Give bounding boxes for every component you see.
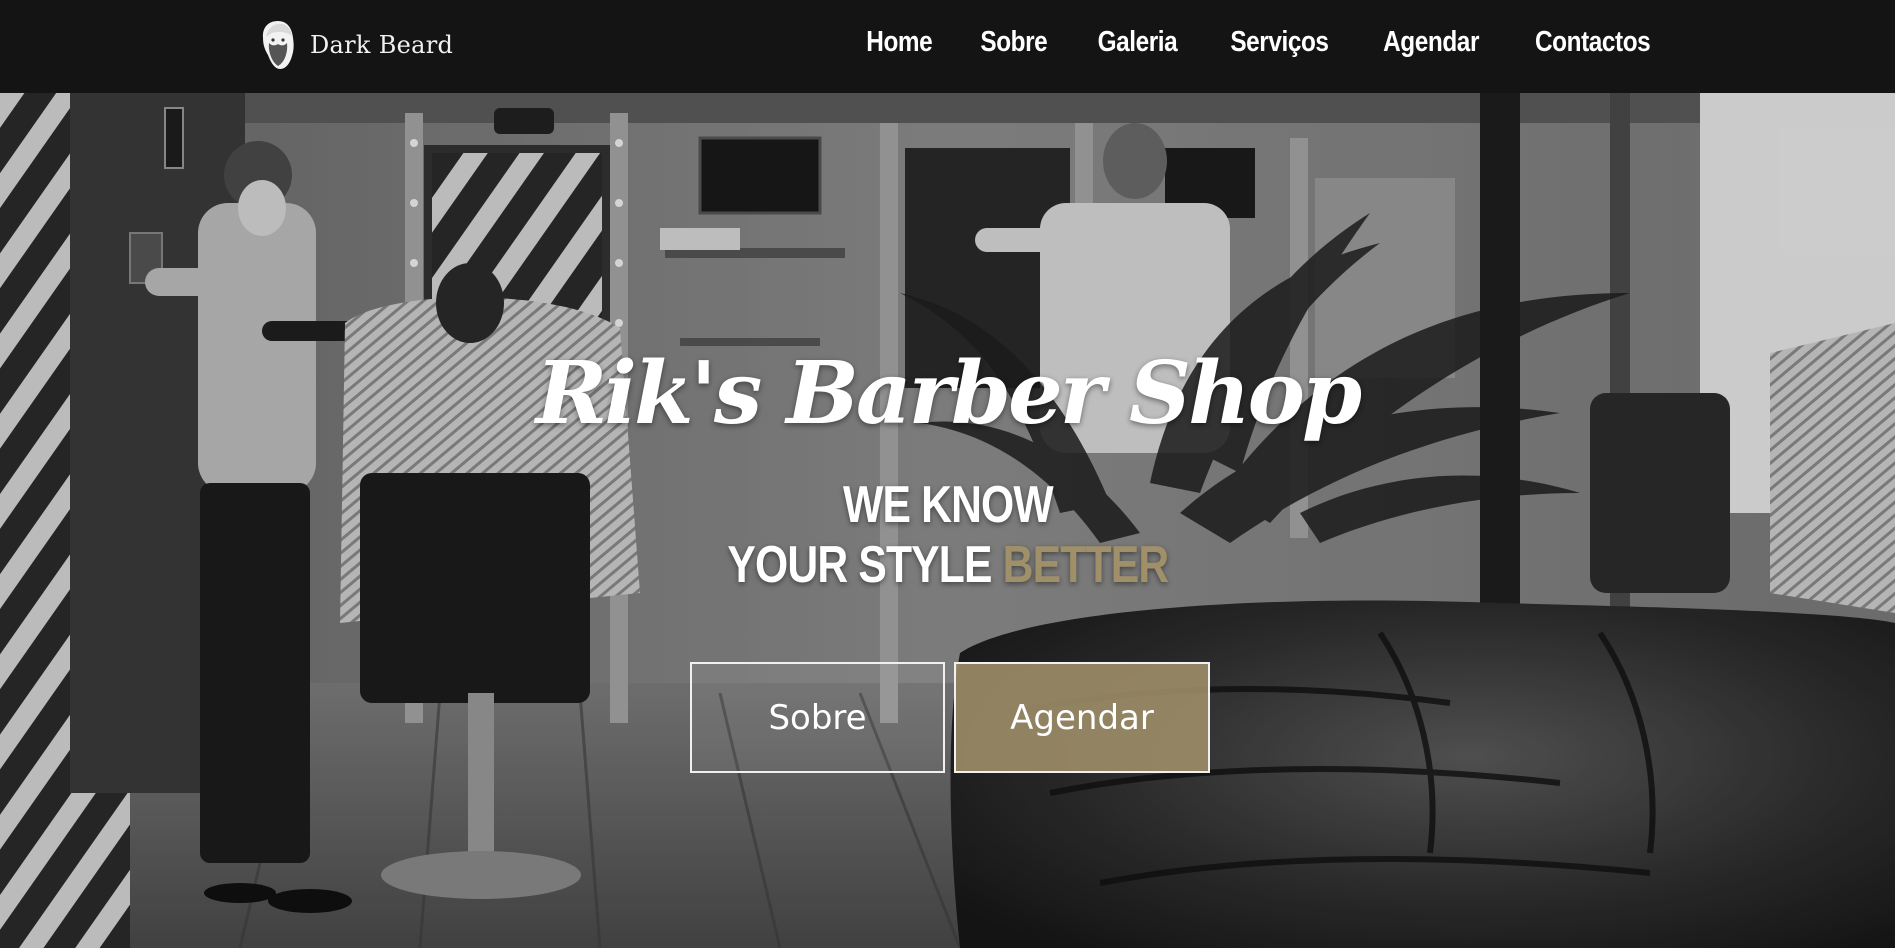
nav-link-contactos[interactable]: Contactos	[1525, 22, 1660, 62]
bearded-man-logo-icon	[262, 21, 294, 69]
navbar: Dark Beard Home Sobre Galeria Serviços A…	[0, 0, 1895, 93]
nav-link-galeria[interactable]: Galeria	[1087, 22, 1187, 62]
hero-tagline-line2: YOUR STYLE BETTER	[0, 535, 1895, 595]
brand[interactable]: Dark Beard	[258, 18, 453, 72]
agendar-button[interactable]: Agendar	[954, 662, 1210, 773]
hero-tagline-line1: WE KNOW	[0, 475, 1895, 535]
nav-links: Home Sobre Galeria Serviços Agendar Cont…	[836, 22, 1673, 62]
nav-link-servicos[interactable]: Serviços	[1220, 22, 1338, 62]
tagline-accent-word: BETTER	[1002, 536, 1168, 594]
hero-title: Rik's Barber Shop	[535, 343, 1362, 444]
nav-link-sobre[interactable]: Sobre	[970, 22, 1057, 62]
tagline-line1-text: WE KNOW	[842, 476, 1054, 534]
hero-section: Rik's Barber Shop WE KNOW YOUR STYLE BET…	[0, 93, 1895, 948]
nav-link-home[interactable]: Home	[856, 22, 942, 62]
brand-name: Dark Beard	[310, 31, 454, 59]
tagline-line2-wrapper: YOUR STYLE BETTER	[727, 535, 1169, 595]
sobre-button[interactable]: Sobre	[690, 662, 945, 773]
tagline-line2-text: YOUR STYLE	[727, 536, 1003, 594]
nav-link-agendar[interactable]: Agendar	[1373, 22, 1489, 62]
